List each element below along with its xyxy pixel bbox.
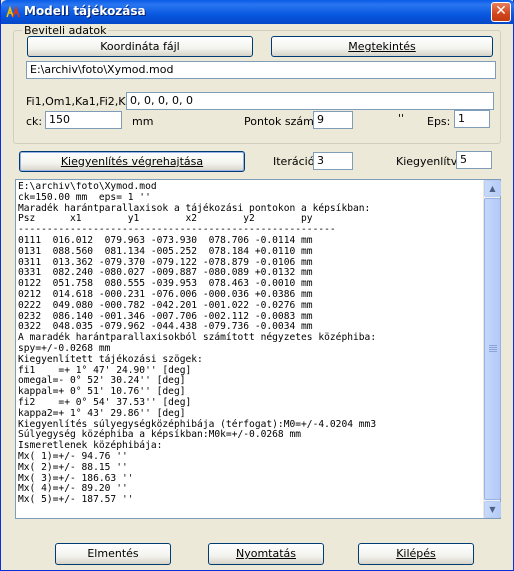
- adjusted-field[interactable]: 5: [456, 151, 492, 169]
- results-line: Mx( 2)=+/- 88.15 '': [18, 461, 128, 473]
- app-icon: [6, 5, 20, 18]
- ck-label: ck:: [26, 115, 43, 128]
- title-bar[interactable]: Modell tájékozása ✕: [1, 0, 514, 24]
- iteration-label: Iteráció:: [273, 155, 319, 168]
- ck-field[interactable]: 150: [45, 111, 122, 129]
- results-textarea[interactable]: E:\archiv\foto\Xymod.mod ck=150.00 mm eps…: [15, 179, 501, 519]
- exit-button[interactable]: Kilépés: [358, 543, 474, 565]
- close-icon: ✕: [495, 3, 507, 19]
- results-line: Mx( 5)=+/- 187.57 '': [18, 494, 134, 506]
- print-button[interactable]: Nyomtatás: [208, 543, 324, 565]
- coordinate-file-button[interactable]: Koordináta fájl: [27, 36, 253, 57]
- window-title: Modell tájékozása: [24, 4, 146, 18]
- points-count-field[interactable]: 9: [313, 111, 353, 129]
- params-field[interactable]: 0, 0, 0, 0, 0: [126, 92, 494, 110]
- scroll-up-arrow-icon[interactable]: ▲: [484, 180, 501, 197]
- close-button[interactable]: ✕: [491, 2, 511, 22]
- results-line: 0131 088.560 081.134 -005.252 078.184 +0…: [18, 245, 313, 257]
- ck-unit-label: mm: [132, 115, 154, 128]
- file-path-field[interactable]: E:\archiv\foto\Xymod.mod: [26, 61, 496, 79]
- dialog-window: Modell tájékozása ✕ Beviteli adatok Koor…: [0, 0, 514, 571]
- scrollbar-thumb[interactable]: [484, 198, 501, 500]
- results-line: Kiegyenlített tájékozási szögek:: [18, 353, 203, 365]
- scroll-down-arrow-icon[interactable]: ▼: [484, 501, 501, 518]
- results-text: E:\archiv\foto\Xymod.mod ck=150.00 mm eps…: [18, 182, 482, 516]
- vertical-scrollbar[interactable]: ▲ ▼: [483, 180, 501, 518]
- save-button[interactable]: Elmentés: [55, 543, 171, 565]
- results-line: kappa2=+ 1° 43' 29.86'' [deg]: [18, 407, 186, 419]
- eps-field[interactable]: 1: [454, 110, 490, 128]
- results-line: 0222 049.080 -000.782 -042.201 -001.022 …: [18, 299, 313, 311]
- results-line: ck=150.00 mm eps= 1 '': [18, 191, 151, 203]
- iteration-field[interactable]: 3: [313, 152, 353, 170]
- run-adjustment-button[interactable]: Kiegyenlítés végrehajtása: [19, 151, 245, 172]
- arcsec-symbol: '': [398, 112, 405, 125]
- view-button[interactable]: Megtekintés: [271, 36, 493, 57]
- eps-label: Eps:: [427, 115, 451, 128]
